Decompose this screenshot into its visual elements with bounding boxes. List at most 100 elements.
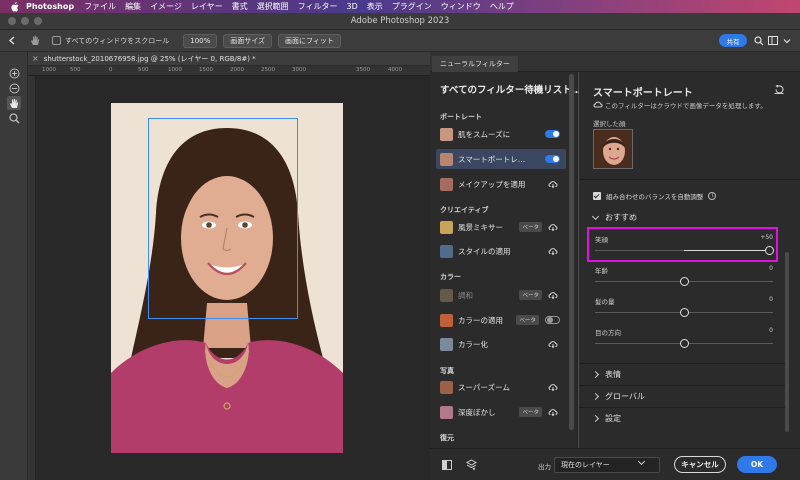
tab-neural-filters[interactable]: ニューラルフィルター bbox=[432, 56, 518, 72]
filter-item-landscape-mixer[interactable]: 風景ミキサー ベータ bbox=[436, 217, 566, 237]
menu-3d[interactable]: 3D bbox=[347, 2, 358, 11]
menu-select[interactable]: 選択範囲 bbox=[257, 1, 289, 12]
fit-screen-button[interactable]: 画面サイズ bbox=[223, 33, 273, 48]
cloud-download-icon[interactable] bbox=[548, 383, 558, 391]
chevron-right-icon bbox=[591, 414, 600, 423]
global-section-header[interactable]: グローバル bbox=[591, 391, 645, 402]
filter-label: スタイルの適用 bbox=[458, 246, 511, 256]
document-canvas[interactable] bbox=[36, 76, 430, 480]
chevron-down-icon[interactable] bbox=[781, 35, 792, 46]
reset-icon[interactable] bbox=[774, 84, 784, 96]
cloud-download-icon[interactable] bbox=[548, 180, 558, 188]
filter-item-skin-smoothing[interactable]: 肌をスムーズに bbox=[436, 124, 566, 144]
slider-knob[interactable] bbox=[680, 277, 689, 286]
filter-list-scrollbar[interactable] bbox=[569, 74, 574, 430]
ruler-tick-label: 4000 bbox=[388, 67, 402, 73]
menu-layer[interactable]: レイヤー bbox=[191, 1, 223, 12]
recommended-section-header[interactable]: おすすめ bbox=[591, 212, 637, 223]
face-detection-box bbox=[148, 118, 298, 319]
smart-portrait-thumbnail bbox=[440, 152, 453, 166]
hand-tool-options-icon bbox=[24, 35, 46, 46]
zoom-tool-icon[interactable] bbox=[7, 111, 21, 125]
minimize-window-button[interactable] bbox=[21, 17, 29, 25]
slider-hair-thickness[interactable]: 髪の量 0 bbox=[595, 296, 773, 326]
filter-label: 肌をスムーズに bbox=[458, 129, 511, 139]
menu-file[interactable]: ファイル bbox=[84, 1, 116, 12]
cloud-download-icon[interactable] bbox=[548, 408, 558, 416]
settings-scrollbar[interactable] bbox=[785, 252, 789, 432]
depth-blur-thumbnail bbox=[440, 405, 453, 419]
filter-list-header[interactable]: すべてのフィルター待機リスト… bbox=[440, 82, 581, 96]
document-tab[interactable]: × shutterstock_2010676958.jpg @ 25% (レイヤ… bbox=[28, 54, 256, 64]
slider-facial-age[interactable]: 年齢 0 bbox=[595, 265, 773, 295]
settings-section-header[interactable]: 設定 bbox=[591, 413, 621, 424]
slider-knob[interactable] bbox=[680, 308, 689, 317]
slider-value: 0 bbox=[769, 265, 773, 272]
auto-balance-checkbox[interactable] bbox=[593, 192, 601, 200]
search-icon[interactable] bbox=[753, 35, 764, 46]
ruler-tick-label: 3500 bbox=[356, 67, 370, 73]
face-thumbnail-image bbox=[594, 130, 632, 168]
filter-item-style-transfer[interactable]: スタイルの適用 bbox=[436, 241, 566, 261]
preview-toggle-icon[interactable] bbox=[442, 460, 452, 472]
zoom-out-tool-icon[interactable] bbox=[7, 81, 21, 95]
hand-tool-icon[interactable] bbox=[7, 96, 21, 110]
filter-item-super-zoom[interactable]: スーパーズーム bbox=[436, 377, 566, 397]
home-icon[interactable] bbox=[0, 36, 24, 45]
fill-screen-button[interactable]: 画面にフィット bbox=[278, 33, 341, 48]
menu-view[interactable]: 表示 bbox=[367, 1, 383, 12]
output-dropdown[interactable]: 現在のレイヤー bbox=[554, 457, 660, 473]
menu-window[interactable]: ウィンドウ bbox=[441, 1, 481, 12]
cancel-button[interactable]: キャンセル bbox=[674, 456, 726, 473]
zoom-100-button[interactable]: 100% bbox=[183, 33, 218, 48]
close-tab-icon[interactable]: × bbox=[32, 54, 39, 63]
menu-help[interactable]: ヘルプ bbox=[490, 1, 514, 12]
cloud-download-icon[interactable] bbox=[548, 223, 558, 231]
chevron-down-icon bbox=[637, 457, 646, 466]
smart-portrait-toggle[interactable] bbox=[545, 155, 560, 163]
slider-label: 髪の量 bbox=[595, 298, 615, 306]
cloud-download-icon[interactable] bbox=[548, 291, 558, 299]
menu-image[interactable]: イメージ bbox=[150, 1, 182, 12]
selected-face-thumbnail[interactable] bbox=[593, 129, 633, 169]
filter-item-color-transfer[interactable]: カラーの適用 ベータ bbox=[436, 310, 566, 330]
cloud-download-icon[interactable] bbox=[548, 247, 558, 255]
apple-menu-icon[interactable] bbox=[10, 1, 20, 12]
filter-item-makeup-transfer[interactable]: メイクアップを適用 bbox=[436, 174, 566, 194]
auto-balance-option[interactable]: 組み合わせのバランスを自動調整 i bbox=[593, 191, 717, 201]
slider-knob[interactable] bbox=[680, 339, 689, 348]
menu-edit[interactable]: 編集 bbox=[125, 1, 141, 12]
filter-label: スーパーズーム bbox=[458, 382, 510, 392]
share-button[interactable]: 共有 bbox=[719, 34, 747, 47]
menu-plugins[interactable]: プラグイン bbox=[392, 1, 432, 12]
filter-item-harmonization[interactable]: 調和 ベータ bbox=[436, 285, 566, 305]
zoom-window-button[interactable] bbox=[34, 17, 42, 25]
filter-list: すべてのフィルター待機リスト… ポートレート 肌をスムーズに スマートポートレ…… bbox=[430, 72, 581, 448]
neural-filters-bottom-bar: 出力 現在のレイヤー キャンセル OK bbox=[430, 448, 800, 480]
close-window-button[interactable] bbox=[8, 17, 16, 25]
menu-type[interactable]: 書式 bbox=[232, 1, 248, 12]
layers-icon[interactable] bbox=[465, 459, 478, 472]
expression-section-header[interactable]: 表情 bbox=[591, 369, 621, 380]
zoom-in-tool-icon[interactable] bbox=[7, 66, 21, 80]
cloud-icon bbox=[593, 100, 603, 110]
ruler-tick-label: 500 bbox=[70, 67, 81, 73]
filter-item-smart-portrait[interactable]: スマートポートレ… bbox=[436, 149, 566, 169]
slider-eye-direction[interactable]: 目の方向 0 bbox=[595, 327, 773, 357]
ok-button[interactable]: OK bbox=[737, 456, 777, 473]
filter-item-colorize[interactable]: カラー化 bbox=[436, 334, 566, 354]
filter-label: 深度ぼかし bbox=[458, 407, 496, 417]
slider-value: 0 bbox=[769, 296, 773, 303]
workspace-icon[interactable] bbox=[767, 35, 778, 46]
skin-smoothing-toggle[interactable] bbox=[545, 130, 560, 138]
filter-item-depth-blur[interactable]: 深度ぼかし ベータ bbox=[436, 402, 566, 422]
section-divider bbox=[579, 385, 786, 386]
info-icon[interactable]: i bbox=[708, 192, 717, 200]
scroll-all-windows-checkbox[interactable] bbox=[52, 36, 61, 45]
color-transfer-toggle[interactable] bbox=[545, 316, 560, 324]
menu-filter[interactable]: フィルター bbox=[298, 1, 338, 12]
app-menu-photoshop[interactable]: Photoshop bbox=[26, 2, 74, 11]
chevron-right-icon bbox=[591, 370, 600, 379]
settings-title: スマートポートレート bbox=[593, 88, 693, 99]
cloud-download-icon[interactable] bbox=[548, 340, 558, 348]
